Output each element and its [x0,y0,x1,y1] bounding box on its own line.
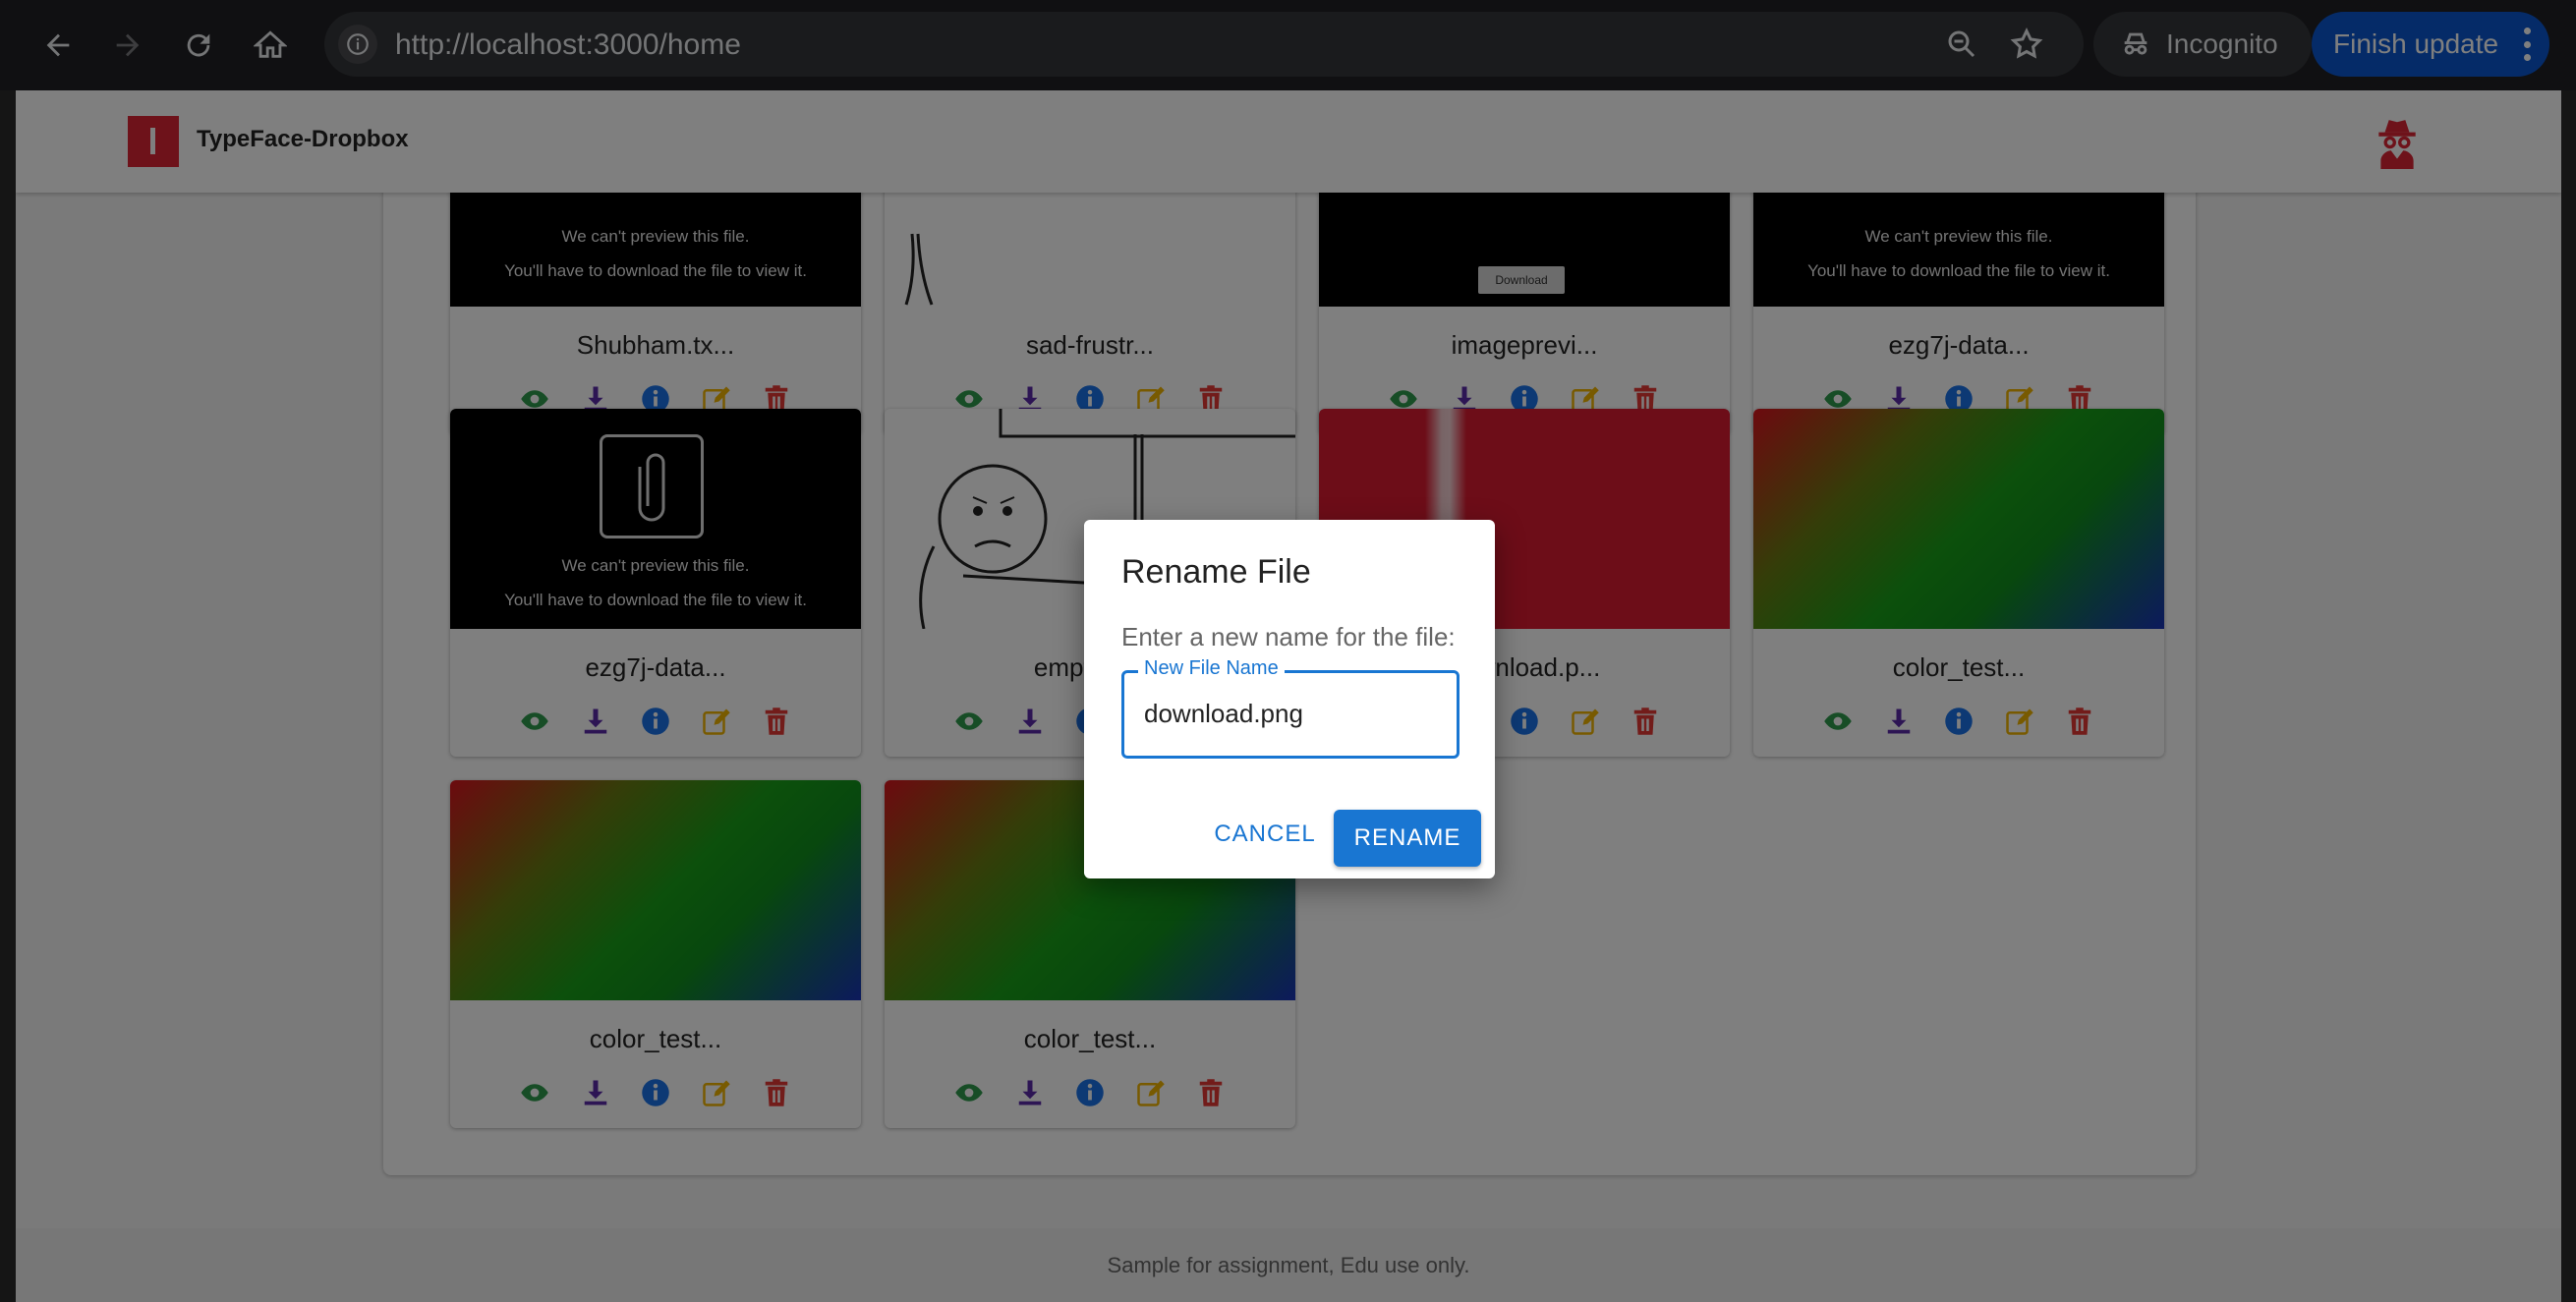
rename-button[interactable]: RENAME [1334,810,1481,867]
new-file-name-input[interactable] [1144,699,1439,729]
rename-file-dialog: Rename File Enter a new name for the fil… [1084,520,1495,878]
field-label: New File Name [1138,657,1285,680]
cancel-button[interactable]: CANCEL [1202,807,1328,862]
dialog-title: Rename File [1121,553,1311,591]
dialog-text: Enter a new name for the file: [1121,622,1456,651]
new-file-name-field[interactable]: New File Name [1121,657,1460,759]
